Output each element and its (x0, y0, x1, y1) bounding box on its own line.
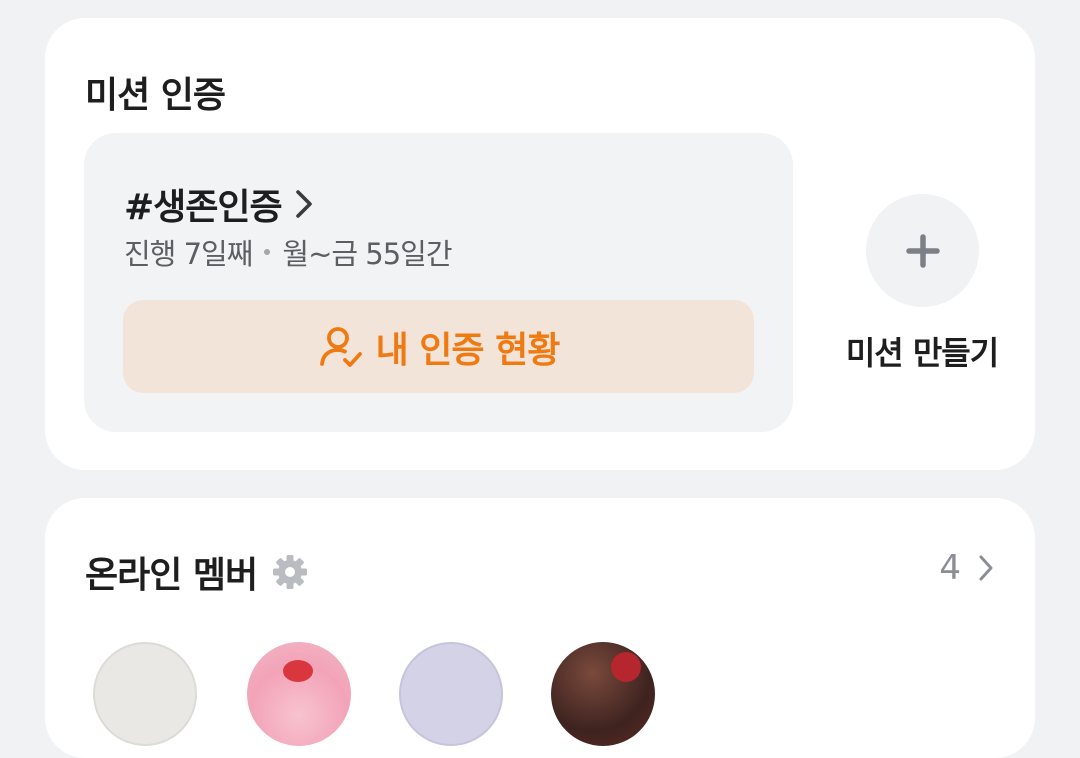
avatar[interactable] (551, 642, 655, 746)
user-check-icon (319, 326, 362, 367)
members-section-title: 온라인 멤버 (85, 555, 258, 596)
members-header: 온라인 멤버 (85, 546, 309, 598)
my-status-button[interactable]: 내 인증 현황 (123, 300, 754, 393)
mission-meta: 진행 7일째 월~금 55일간 (124, 231, 453, 273)
avatar[interactable] (399, 642, 503, 746)
member-count: 4 (939, 548, 961, 588)
mission-name-link[interactable]: #생존인증 (124, 178, 318, 230)
avatar[interactable] (247, 642, 351, 746)
plus-icon (905, 233, 940, 268)
member-count-link[interactable]: 4 (939, 548, 997, 588)
meta-separator-dot (264, 249, 271, 255)
mission-progress: 진행 7일째 (124, 237, 253, 271)
online-members-card: 온라인 멤버 4 (45, 498, 1035, 758)
chevron-right-icon (295, 190, 312, 218)
mission-schedule: 월~금 55일간 (282, 237, 452, 271)
mission-name: #생존인증 (124, 187, 283, 228)
my-status-label: 내 인증 현황 (375, 329, 561, 371)
mission-section-title: 미션 인증 (85, 75, 226, 116)
plus-circle[interactable] (866, 194, 979, 307)
avatar[interactable] (93, 642, 197, 746)
chevron-right-icon (979, 555, 993, 581)
gear-icon[interactable] (271, 553, 309, 591)
mission-item[interactable]: #생존인증 진행 7일째 월~금 55일간 내 인증 현황 (84, 133, 793, 432)
mission-card: 미션 인증 #생존인증 진행 7일째 월~금 55일간 내 인증 현황 미션 만… (45, 18, 1035, 470)
create-mission-label: 미션 만들기 (845, 334, 999, 372)
